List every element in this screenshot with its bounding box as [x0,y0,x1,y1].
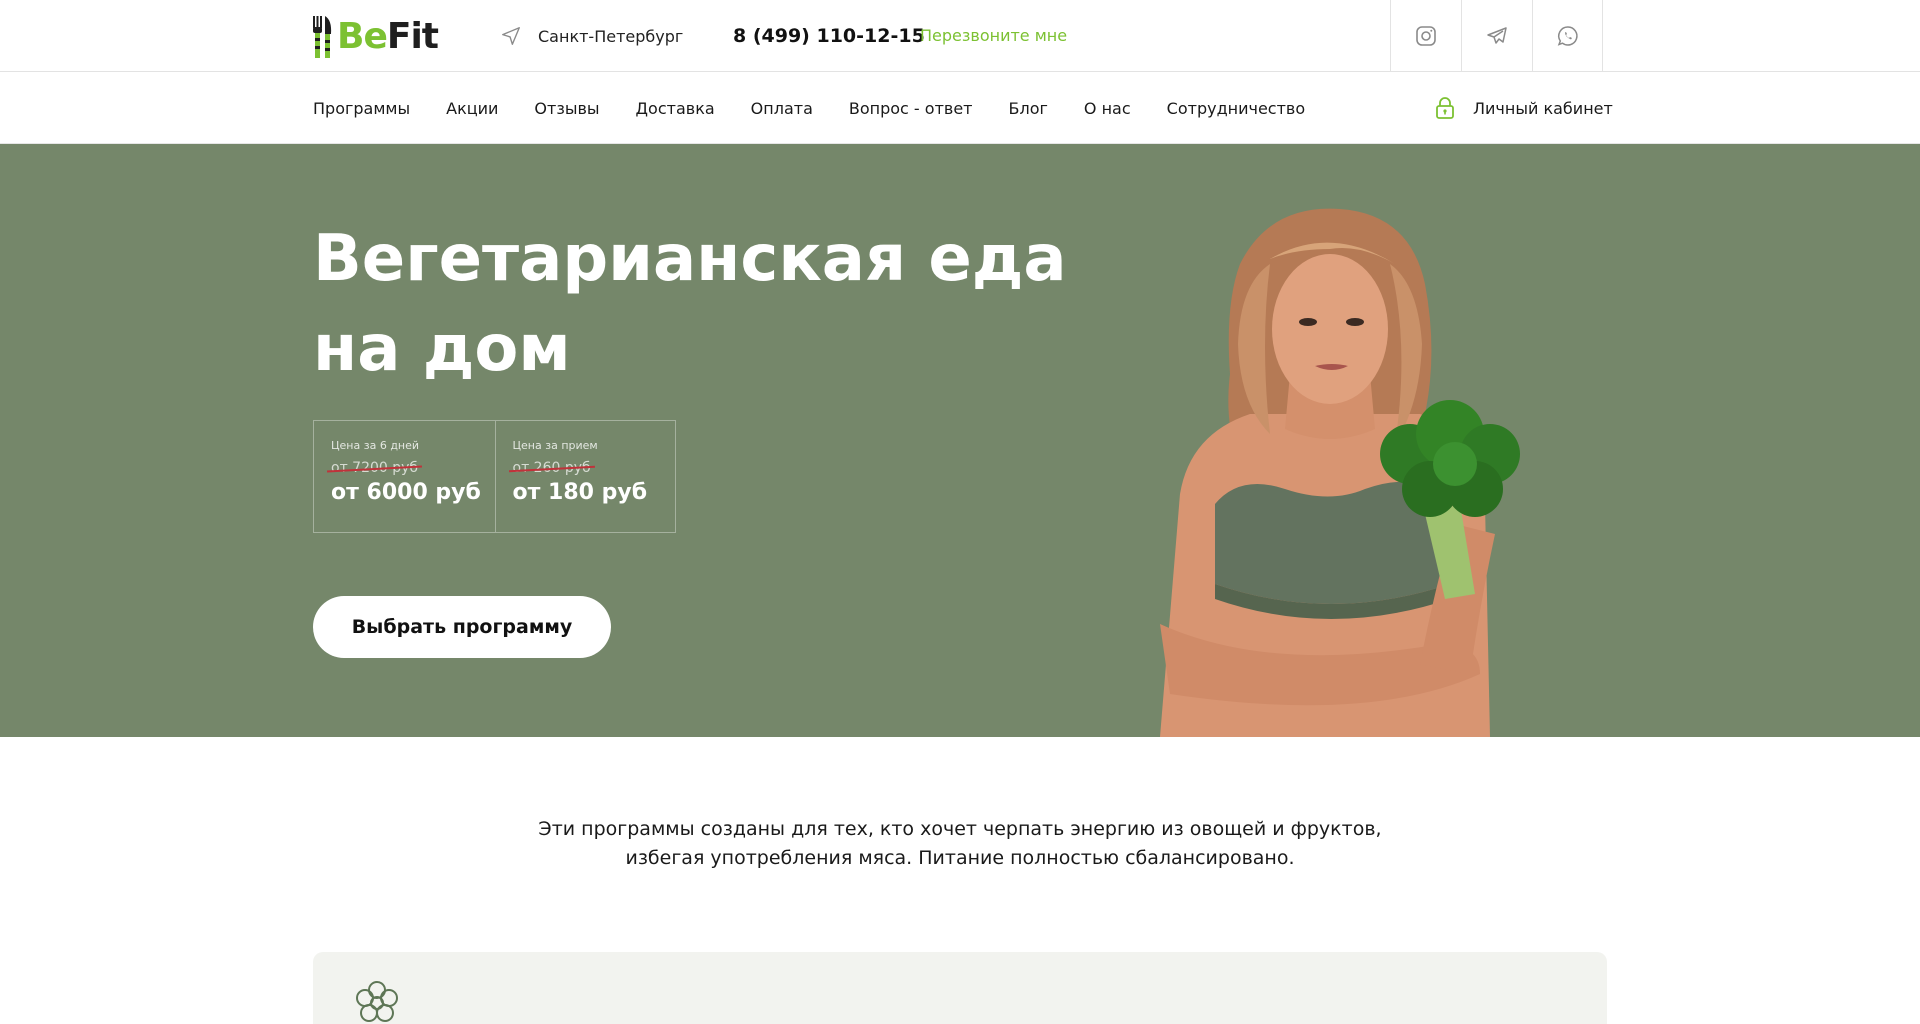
personal-account-label: Личный кабинет [1473,98,1613,118]
cutlery-icon [313,16,333,58]
nav-menu: Программы Акции Отзывы Доставка Оплата В… [313,72,1341,144]
telegram-button[interactable] [1461,0,1532,72]
whatsapp-button[interactable] [1532,0,1603,72]
city-selector[interactable]: Санкт-Петербург [500,22,683,50]
nav-item-about[interactable]: О нас [1084,99,1131,118]
lock-icon [1436,97,1454,119]
callback-link[interactable]: Перезвоните мне [920,22,1067,50]
logo[interactable]: BeFit [313,16,439,58]
nav-item-promotions[interactable]: Акции [446,99,498,118]
nav-item-delivery[interactable]: Доставка [636,99,715,118]
telegram-icon [1487,27,1507,44]
price-label: Цена за прием [512,439,598,452]
whatsapp-icon [1557,26,1578,46]
nav-item-faq[interactable]: Вопрос - ответ [849,99,973,118]
price-box: Цена за 6 дней от 7200 руб от 6000 руб Ц… [313,420,676,533]
price-old: от 260 руб [512,460,591,476]
nav-item-payment[interactable]: Оплата [751,99,813,118]
nav-item-partnership[interactable]: Сотрудничество [1167,99,1305,118]
hero-section: Вегетарианская еда на дом Цена за 6 дней… [0,144,1920,737]
hero-woman-broccoli-image [1160,208,1520,737]
price-label: Цена за 6 дней [331,439,420,452]
instagram-icon [1416,26,1436,46]
price-new: от 180 руб [512,480,648,505]
nav-item-programs[interactable]: Программы [313,99,410,118]
price-six-days: Цена за 6 дней от 7200 руб от 6000 руб [314,421,495,532]
instagram-button[interactable] [1390,0,1461,72]
hero-title-line1: Вегетарианская еда [313,222,1067,296]
choose-program-button[interactable]: Выбрать программу [313,596,611,658]
hero-title-line2: на дом [313,312,571,386]
intro-line1: Эти программы созданы для тех, кто хочет… [538,818,1382,840]
nav-item-reviews[interactable]: Отзывы [534,99,599,118]
intro-text: Эти программы созданы для тех, кто хочет… [460,815,1460,873]
main-nav: Программы Акции Отзывы Доставка Оплата В… [0,72,1920,144]
social-links [1390,0,1603,72]
top-header: BeFit Санкт-Петербург 8 (499) 110-12-15 … [0,0,1920,72]
city-label: Санкт-Петербург [538,26,684,46]
intro-line2: избегая употребления мяса. Питание полно… [625,847,1295,869]
nav-item-blog[interactable]: Блог [1009,99,1048,118]
hero-title: Вегетарианская еда на дом [313,214,1073,394]
price-new: от 6000 руб [331,480,481,505]
price-per-meal: Цена за прием от 260 руб от 180 руб [494,421,676,532]
feature-card [313,952,1607,1024]
personal-account-link[interactable]: Личный кабинет [1435,72,1613,144]
flower-icon [356,981,398,1022]
logo-text: BeFit [337,16,439,57]
price-old: от 7200 руб [331,460,419,476]
phone-number[interactable]: 8 (499) 110-12-15 [733,22,925,50]
location-arrow-icon [502,27,520,45]
